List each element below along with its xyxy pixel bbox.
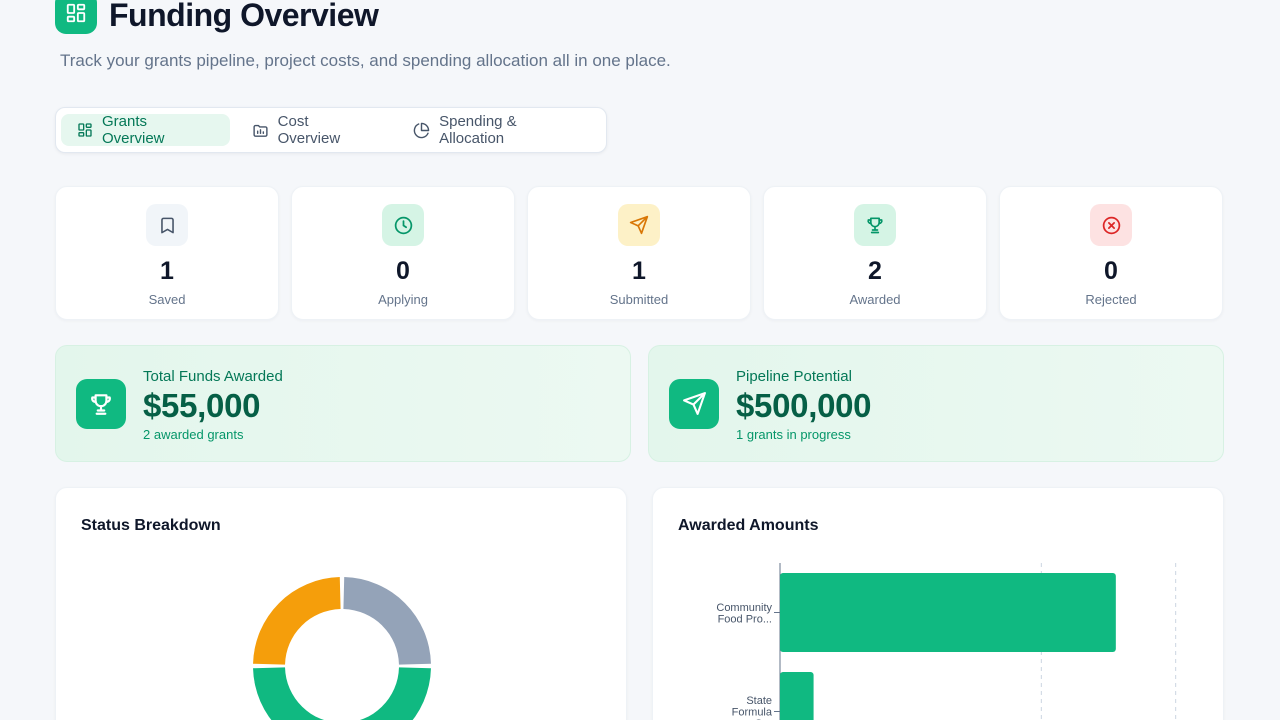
status-breakdown-panel: Status Breakdown bbox=[55, 487, 627, 720]
stat-card-submitted[interactable]: 1 Submitted bbox=[527, 186, 751, 320]
fund-label: Pipeline Potential bbox=[736, 367, 852, 385]
status-donut-chart bbox=[253, 577, 431, 720]
fund-label: Total Funds Awarded bbox=[143, 367, 283, 385]
dashboard-logo-icon bbox=[55, 0, 97, 34]
stat-value: 2 bbox=[868, 257, 882, 285]
clock-icon bbox=[382, 204, 424, 246]
fund-subtext: 1 grants in progress bbox=[736, 426, 851, 442]
pie-icon bbox=[413, 122, 430, 138]
stat-card-saved[interactable]: 1 Saved bbox=[55, 186, 279, 320]
stat-label: Saved bbox=[148, 292, 186, 307]
trophy-icon bbox=[854, 204, 896, 246]
status-stats: 1 Saved 0 Applying 1 Submitted 2 Awarded… bbox=[55, 186, 1223, 320]
fund-amount: $500,000 bbox=[736, 386, 872, 424]
grid-icon bbox=[78, 123, 92, 137]
stat-label: Rejected bbox=[1085, 292, 1137, 307]
fund-subtext: 2 awarded grants bbox=[143, 426, 244, 442]
stat-value: 0 bbox=[1104, 257, 1118, 285]
x-circle-icon bbox=[1090, 204, 1132, 246]
stat-card-rejected[interactable]: 0 Rejected bbox=[999, 186, 1223, 320]
tick-label: StateFormulaG... bbox=[732, 695, 773, 720]
donut-slice-submitted[interactable] bbox=[253, 577, 341, 665]
stat-card-applying[interactable]: 0 Applying bbox=[291, 186, 515, 320]
stat-label: Awarded bbox=[849, 292, 901, 307]
bar[interactable] bbox=[780, 573, 1116, 652]
tab-spending-allocation[interactable]: Spending & Allocation bbox=[397, 113, 601, 147]
send-icon bbox=[669, 378, 719, 429]
chart-icon bbox=[253, 124, 268, 137]
stat-value: 1 bbox=[632, 257, 646, 285]
awarded-amounts-panel: Awarded Amounts Community Food Pro... Stat… bbox=[652, 487, 1224, 720]
page-header: Funding Overview bbox=[55, 0, 379, 34]
stat-label: Applying bbox=[378, 292, 428, 307]
send-icon bbox=[618, 204, 660, 246]
page-title: Funding Overview bbox=[109, 0, 379, 33]
tab-cost-overview[interactable]: Cost Overview bbox=[236, 113, 391, 147]
tab-label: Spending & Allocation bbox=[439, 113, 517, 147]
bar[interactable] bbox=[780, 672, 814, 720]
tab-label: Grants Overview bbox=[101, 113, 165, 147]
trophy-icon bbox=[76, 378, 126, 429]
view-tabs: Grants Overview Cost Overview Spending &… bbox=[55, 107, 607, 153]
awarded-bar-chart: CommunityFood Pro... StateFormulaG... bbox=[716, 563, 1177, 720]
fund-amount: $55,000 bbox=[143, 386, 261, 424]
stat-label: Submitted bbox=[609, 292, 669, 307]
bookmark-icon bbox=[146, 204, 188, 246]
tab-label: Cost Overview bbox=[277, 113, 341, 147]
pipeline-potential-card: Pipeline Potential $500,000 1 grants in … bbox=[648, 345, 1224, 462]
stat-card-awarded[interactable]: 2 Awarded bbox=[763, 186, 987, 320]
stat-value: 0 bbox=[396, 257, 410, 285]
stat-value: 1 bbox=[160, 257, 174, 285]
tick-label: Community Food Pro... bbox=[716, 602, 772, 626]
tab-grants-overview[interactable]: Grants Overview bbox=[61, 113, 230, 147]
page-subtitle: Track your grants pipeline, project cost… bbox=[60, 51, 671, 70]
total-funds-awarded-card: Total Funds Awarded $55,000 2 awarded gr… bbox=[55, 345, 631, 462]
donut-slice-saved[interactable] bbox=[343, 577, 431, 665]
donut-slice-awarded[interactable] bbox=[253, 667, 431, 720]
